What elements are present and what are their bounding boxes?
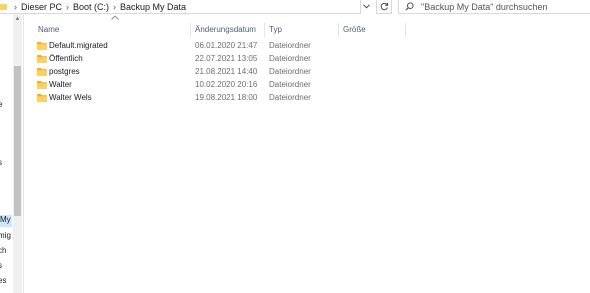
sort-ascending-icon [111,15,119,22]
nav-item[interactable]: es [0,276,6,288]
nav-item[interactable]: s [0,158,2,170]
breadcrumb-item-boot-c[interactable]: Boot (C:) [73,2,109,12]
folder-icon [37,81,47,89]
search-box[interactable]: "Backup My Data" durchsuchen [398,0,590,14]
file-name[interactable]: Default.migrated [49,39,108,52]
list-item[interactable]: Default.migrated 06.01.2020 21:47 Dateio… [37,39,477,52]
file-name[interactable]: Öffentlich [49,52,83,65]
list-item[interactable]: postgres 21.08.2021 14:40 Dateiordner [37,65,477,78]
list-item[interactable]: Walter 10.02.2020 20:16 Dateiordner [37,78,477,91]
file-type: Dateiordner [269,41,311,50]
file-name[interactable]: postgres [49,65,80,78]
nav-item[interactable]: mig [0,231,11,243]
file-type: Dateiordner [269,80,311,89]
file-name[interactable]: Walter [49,78,72,91]
search-icon [403,2,415,11]
scroll-up-icon[interactable]: ▲ [13,14,22,24]
file-date: 21.08.2021 14:40 [195,67,258,76]
file-type: Dateiordner [269,54,311,63]
column-header-name[interactable]: Name [34,23,59,37]
breadcrumb-separator-icon: › [66,1,70,12]
file-date: 22.07.2021 13:05 [195,54,258,63]
breadcrumb-item-dieser-pc[interactable]: Dieser PC [21,2,62,12]
nav-item[interactable]: s [0,261,2,273]
column-header-type[interactable]: Typ [265,23,282,37]
folder-icon [37,55,47,63]
nav-item[interactable]: ch [0,246,6,258]
file-date: 06.01.2020 21:47 [195,41,258,50]
folder-icon [37,68,47,76]
nav-item[interactable]: e [0,100,2,112]
file-date: 19.08.2021 18:00 [195,93,258,102]
column-headers: Name Änderungsdatum Typ Größe [24,14,590,38]
nav-scrollbar[interactable]: ▲ [13,14,22,293]
breadcrumb-separator-icon: › [113,1,117,12]
file-date: 10.02.2020 20:16 [195,80,258,89]
refresh-icon[interactable] [376,0,392,14]
column-header-date[interactable]: Änderungsdatum [191,23,256,37]
column-divider[interactable] [405,23,406,37]
search-input[interactable]: "Backup My Data" durchsuchen [421,2,547,12]
file-type: Dateiordner [269,93,311,102]
breadcrumb-separator-icon: › [14,1,17,12]
file-list: Name Änderungsdatum Typ Größe Default.mi… [24,14,590,293]
list-item[interactable]: Walter Wels 19.08.2021 18:00 Dateiordner [37,91,477,104]
address-bar[interactable]: › Dieser PC › Boot (C:) › Backup My Data [0,0,361,14]
nav-item-selected[interactable]: My D [0,215,12,227]
list-item[interactable]: Öffentlich 22.07.2021 13:05 Dateiordner [37,52,477,65]
folder-icon [37,42,47,50]
file-type: Dateiordner [269,67,311,76]
scrollbar-thumb[interactable] [14,66,21,216]
address-toolbar: › Dieser PC › Boot (C:) › Backup My Data… [0,0,590,14]
file-name[interactable]: Walter Wels [49,91,92,104]
folder-icon [0,3,7,10]
breadcrumb-item-backup-my-data[interactable]: Backup My Data [120,2,186,12]
chevron-down-icon[interactable] [360,0,373,13]
folder-icon [37,94,47,102]
navigation-pane: e s My D mig ch s es [0,14,12,293]
column-header-size[interactable]: Größe [339,23,366,37]
